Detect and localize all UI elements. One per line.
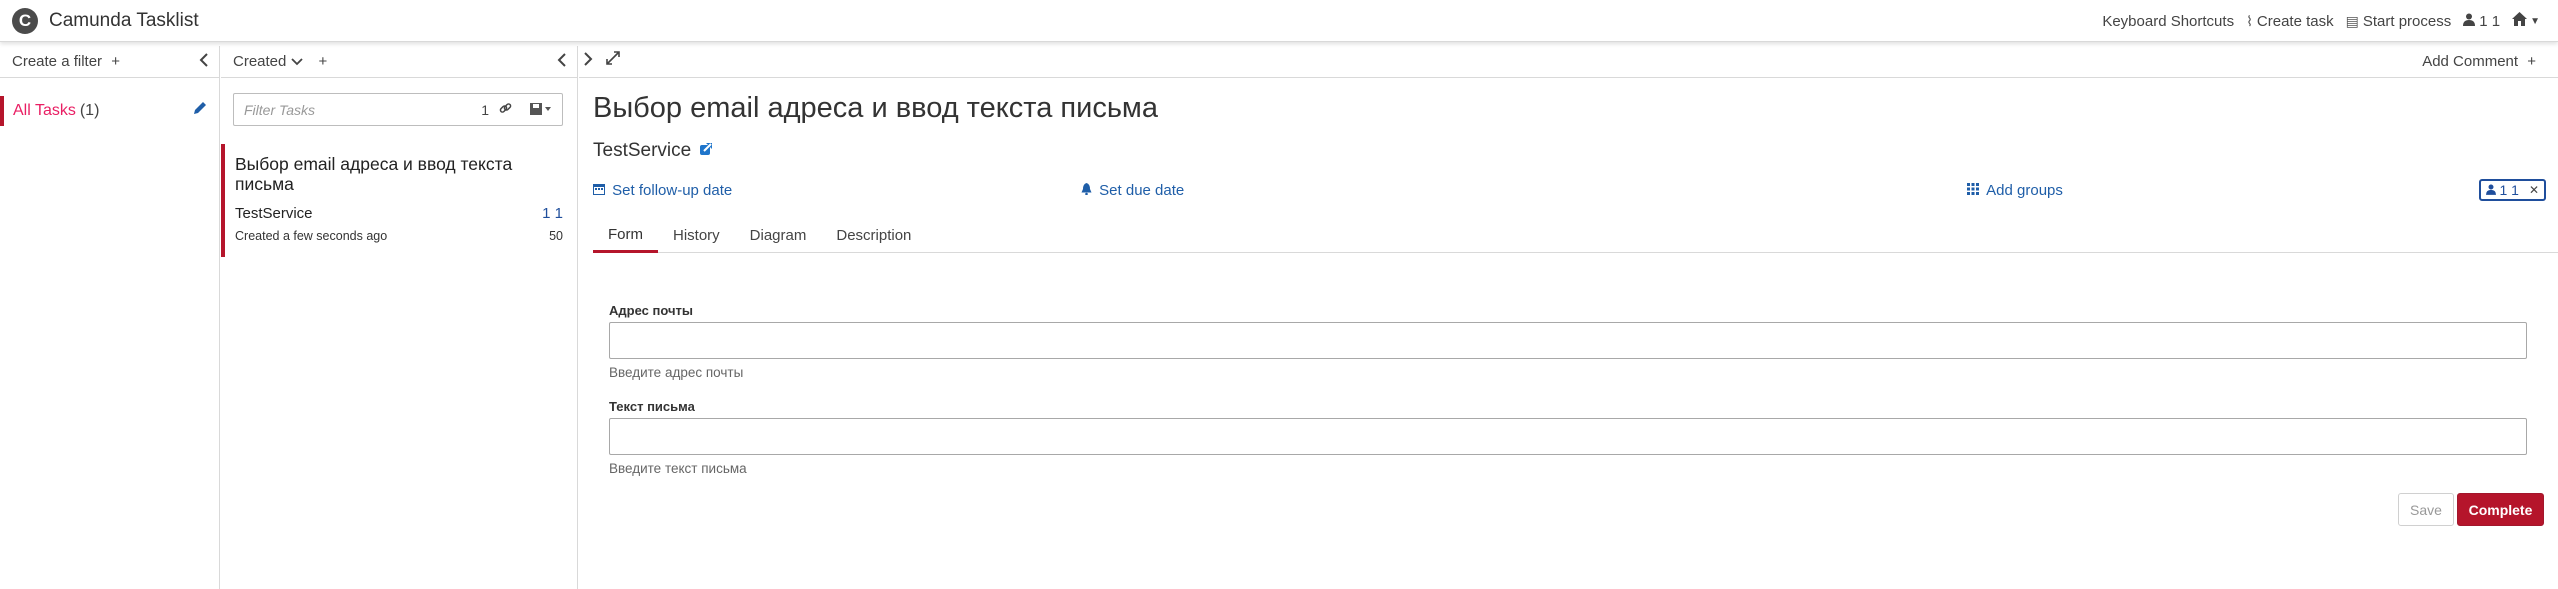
assignee-chip[interactable]: 1 1 ✕	[2479, 179, 2546, 201]
add-groups-button[interactable]: Add groups	[1967, 182, 2063, 199]
top-header: C Camunda Tasklist Keyboard Shortcuts ⌇ …	[0, 0, 2558, 42]
user-name: 1 1	[2479, 12, 2501, 30]
save-search-icon[interactable]	[530, 102, 552, 118]
brand[interactable]: C Camunda Tasklist	[12, 8, 199, 34]
set-follow-up-date-button[interactable]: Set follow-up date	[593, 182, 732, 199]
add-comment-label: Add Comment	[2422, 53, 2519, 70]
sort-label: Created	[233, 53, 287, 70]
add-sort-button[interactable]: +	[319, 53, 328, 70]
paperclip-icon: ⌇	[2246, 12, 2253, 29]
pencil-icon[interactable]	[193, 101, 207, 119]
start-process-link[interactable]: ▤ Start process	[2346, 13, 2452, 30]
calendar-icon	[593, 182, 609, 199]
chevron-down-icon: ▼	[2530, 15, 2540, 27]
home-icon	[2512, 12, 2528, 30]
filter-item-all-tasks[interactable]: All Tasks (1)	[0, 96, 219, 126]
tab-diagram[interactable]: Diagram	[735, 218, 822, 253]
list-icon: ▤	[2345, 12, 2359, 29]
user-menu[interactable]: 1 1	[2463, 13, 2500, 30]
user-icon	[2486, 182, 2497, 198]
header-actions: Keyboard Shortcuts ⌇ Create task ▤ Start…	[2090, 12, 2540, 30]
complete-button[interactable]: Complete	[2457, 493, 2544, 526]
task-list-item[interactable]: Выбор email адреса и ввод текста письма …	[221, 144, 577, 257]
process-name-link[interactable]: TestService	[593, 140, 713, 162]
filter-count: (1)	[79, 102, 100, 119]
bell-icon	[1081, 182, 1096, 199]
app-title: Camunda Tasklist	[49, 10, 199, 31]
grid-icon	[1967, 182, 1983, 199]
task-created: Created a few seconds ago	[235, 229, 388, 243]
process-name: TestService	[593, 140, 692, 161]
add-comment-button[interactable]: Add Comment +	[2422, 53, 2536, 70]
message-field[interactable]	[609, 418, 2527, 455]
message-field-label: Текст письма	[609, 399, 695, 414]
task-detail-panel: Add Comment + Выбор email адреса и ввод …	[579, 46, 2558, 589]
filter-tasks-placeholder: Filter Tasks	[244, 101, 316, 118]
task-process-name: TestService	[235, 205, 313, 222]
sort-dropdown[interactable]: Created	[233, 53, 303, 70]
external-link-icon	[699, 143, 713, 160]
start-process-label: Start process	[2362, 12, 2452, 30]
plus-icon: +	[111, 53, 120, 70]
maximize-icon[interactable]	[606, 51, 620, 69]
keyboard-shortcuts-link[interactable]: Keyboard Shortcuts	[2102, 13, 2234, 30]
email-field[interactable]	[609, 322, 2527, 359]
home-menu[interactable]: ▼	[2512, 12, 2540, 30]
filters-panel: Create a filter + All Tasks (1)	[0, 46, 220, 589]
filter-name: All Tasks	[13, 102, 76, 119]
message-field-help: Введите текст письма	[609, 461, 747, 476]
create-filter-button[interactable]: Create a filter +	[12, 53, 120, 70]
email-field-help: Введите адрес почты	[609, 365, 744, 380]
add-groups-label: Add groups	[1986, 182, 2063, 199]
task-priority: 50	[549, 229, 563, 243]
follow-up-label: Set follow-up date	[612, 182, 733, 199]
collapse-list-icon[interactable]	[557, 52, 567, 72]
save-button[interactable]: Save	[2398, 493, 2454, 526]
chevron-down-icon	[290, 53, 303, 70]
task-detail-tabs: Form History Diagram Description	[593, 218, 2558, 253]
task-detail-toolbar: Add Comment +	[579, 46, 2558, 78]
tab-history[interactable]: History	[658, 218, 735, 253]
assignee-name: 1 1	[2499, 182, 2519, 198]
create-task-label: Create task	[2256, 12, 2334, 30]
search-count: 1	[481, 101, 489, 118]
plus-icon: +	[2527, 53, 2536, 70]
task-assignee: 1 1	[542, 205, 563, 222]
link-icon[interactable]	[499, 102, 512, 118]
due-date-label: Set due date	[1099, 182, 1185, 199]
email-field-label: Адрес почты	[609, 303, 693, 318]
tab-description[interactable]: Description	[821, 218, 926, 253]
create-filter-label: Create a filter	[12, 53, 103, 70]
expand-list-icon[interactable]	[583, 51, 593, 71]
task-list-toolbar: Created +	[221, 46, 577, 78]
set-due-date-button[interactable]: Set due date	[1081, 182, 1184, 199]
tab-form[interactable]: Form	[593, 218, 658, 253]
task-list-panel: Created + Filter Tasks 1 Выбор email адр…	[221, 46, 578, 589]
user-icon	[2463, 13, 2476, 29]
camunda-logo: C	[12, 8, 38, 34]
filters-toolbar: Create a filter +	[0, 46, 219, 78]
filter-tasks-input[interactable]: Filter Tasks 1	[233, 93, 563, 126]
collapse-filters-icon[interactable]	[199, 52, 209, 72]
task-detail-title: Выбор email адреса и ввод текста письма	[593, 92, 1158, 124]
remove-assignee-icon[interactable]: ✕	[2529, 183, 2539, 197]
task-title: Выбор email адреса и ввод текста письма	[235, 154, 513, 194]
create-task-link[interactable]: ⌇ Create task	[2246, 13, 2334, 30]
